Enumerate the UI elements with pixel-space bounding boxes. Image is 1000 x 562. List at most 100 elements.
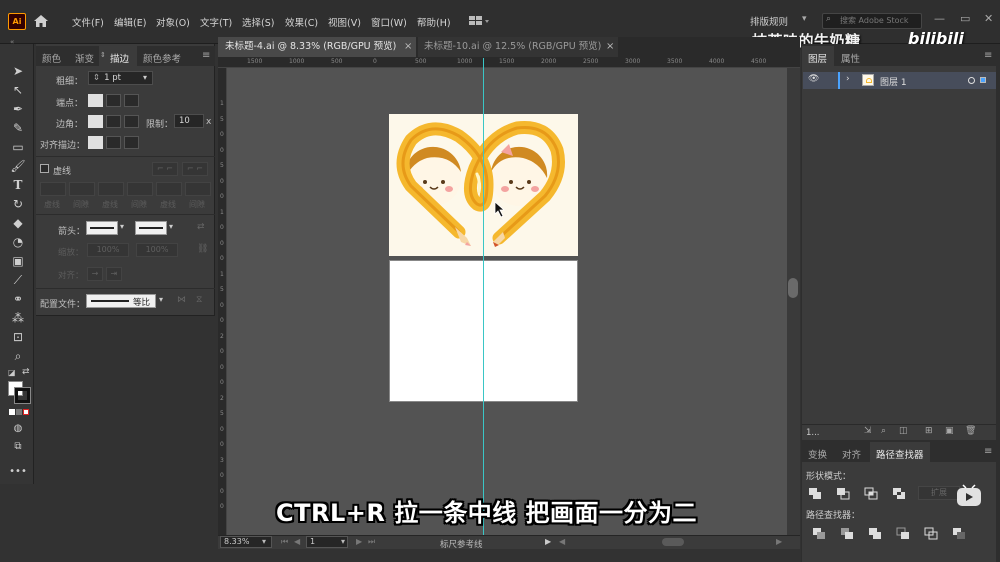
menu-select[interactable]: 选择(S)	[242, 15, 274, 29]
curvature-tool-icon[interactable]: ✎	[9, 120, 27, 136]
next-artboard-icon[interactable]: ▶	[356, 537, 362, 546]
arrow-place-button[interactable]: ⇥	[106, 267, 122, 281]
zoom-tool-icon[interactable]: ⌕	[9, 348, 27, 364]
rectangle-tool-icon[interactable]: ▭	[9, 139, 27, 155]
merge-icon[interactable]	[868, 527, 882, 540]
dash-field-3[interactable]	[156, 182, 182, 196]
menu-window[interactable]: 窗口(W)	[371, 15, 407, 29]
stock-search-input[interactable]: 搜索 Adobe Stock	[822, 13, 922, 29]
eyedropper-tool-icon[interactable]: ⟋	[9, 272, 27, 288]
first-artboard-icon[interactable]: ⏮	[281, 537, 288, 547]
screen-mode-icon[interactable]: ⧉	[9, 439, 27, 455]
chevron-down-icon[interactable]: ▾	[802, 14, 807, 24]
dash-field-1[interactable]	[40, 182, 66, 196]
more-tools-icon[interactable]: •••	[9, 464, 27, 480]
outline-icon[interactable]	[924, 527, 938, 540]
artboard-tool-icon[interactable]: ⊡	[9, 329, 27, 345]
gradient-tool-icon[interactable]: ▣	[9, 253, 27, 269]
horizontal-scroll-thumb[interactable]	[662, 538, 684, 546]
export-icon[interactable]: ⇲	[864, 426, 872, 436]
tab-pathfinder[interactable]: 路径查找器	[876, 447, 924, 461]
blend-tool-icon[interactable]: ⚭	[9, 291, 27, 307]
menu-file[interactable]: 文件(F)	[72, 15, 104, 29]
exclude-icon[interactable]	[892, 487, 906, 500]
end-arrowhead-select[interactable]	[135, 221, 167, 235]
align-center-button[interactable]	[88, 136, 103, 149]
crop-icon[interactable]	[896, 527, 910, 540]
start-arrowhead-select[interactable]	[86, 221, 118, 235]
scroll-left-icon[interactable]: ◀	[559, 537, 565, 546]
expand-layer-icon[interactable]: ›	[846, 74, 850, 84]
status-menu-icon[interactable]: ▶	[545, 537, 551, 546]
preserve-dash-button[interactable]: ⌐ ⌐	[152, 162, 178, 176]
tab-transform[interactable]: 变换	[808, 447, 827, 461]
gradient-mode-icon[interactable]	[16, 409, 22, 415]
flip-across-icon[interactable]: ⋈	[177, 295, 186, 305]
draw-mode-icon[interactable]: ◍	[9, 421, 27, 437]
rotate-tool-icon[interactable]: ↻	[9, 196, 27, 212]
type-tool-icon[interactable]: T	[9, 177, 27, 193]
arrow-extend-button[interactable]: →	[87, 267, 103, 281]
panel-menu-icon[interactable]: ≡	[984, 446, 992, 457]
chevron-down-icon[interactable]: ▾	[120, 222, 124, 231]
swap-arrowheads-icon[interactable]: ⇄	[197, 222, 205, 232]
selection-tool-icon[interactable]: ➤	[9, 63, 27, 79]
visibility-eye-icon[interactable]: 👁	[808, 74, 819, 84]
document-tab-active[interactable]: 未标题-4.ai @ 8.33% (RGB/GPU 预览) ×	[218, 37, 416, 57]
tab-gradient[interactable]: 渐变	[75, 51, 94, 65]
workspace-switcher[interactable]: 排版规则	[750, 14, 788, 28]
round-cap-button[interactable]	[106, 94, 121, 107]
align-outside-button[interactable]	[124, 136, 139, 149]
new-sublayer-icon[interactable]: ⊞	[925, 426, 933, 436]
clipping-mask-icon[interactable]: ◫	[899, 426, 908, 436]
chevron-down-icon[interactable]: ▾	[262, 537, 266, 546]
flip-along-icon[interactable]: ⧖	[196, 295, 202, 305]
document-tab[interactable]: 未标题-10.ai @ 12.5% (RGB/GPU 预览) ×	[418, 37, 618, 57]
stroke-color-swatch[interactable]	[14, 387, 31, 404]
link-scale-icon[interactable]: ⛓	[197, 244, 208, 254]
tab-stroke[interactable]: 描边	[110, 51, 129, 65]
layer-selection-indicator[interactable]	[980, 77, 986, 83]
minus-back-icon[interactable]	[952, 527, 966, 540]
align-dash-button[interactable]: ⌐ ⌐	[182, 162, 208, 176]
expand-button[interactable]: 扩展	[918, 486, 960, 500]
maximize-icon[interactable]: ▭	[960, 12, 970, 25]
arrange-documents-icon[interactable]	[468, 15, 490, 27]
paintbrush-tool-icon[interactable]: 🖌	[9, 158, 27, 174]
start-scale-field[interactable]: 100%	[87, 243, 129, 257]
panel-menu-icon[interactable]: ≡	[984, 50, 992, 61]
chevron-down-icon[interactable]: ▾	[341, 537, 345, 546]
default-colors-icon[interactable]: ◪	[8, 368, 16, 377]
tab-options-icon[interactable]: ⇕	[100, 51, 106, 59]
tab-color[interactable]: 颜色	[42, 51, 61, 65]
tab-layers[interactable]: 图层	[808, 51, 827, 65]
minus-front-icon[interactable]	[836, 487, 850, 500]
swap-colors-icon[interactable]: ⇄	[22, 367, 30, 377]
direct-selection-tool-icon[interactable]: ↖	[9, 82, 27, 98]
close-window-icon[interactable]: ✕	[984, 12, 993, 25]
tab-align[interactable]: 对齐	[842, 447, 861, 461]
menu-type[interactable]: 文字(T)	[200, 15, 232, 29]
gap-field-2[interactable]	[127, 182, 153, 196]
menu-object[interactable]: 对象(O)	[156, 15, 190, 29]
chevron-down-icon[interactable]: ▾	[143, 73, 147, 82]
layer-target-icon[interactable]	[968, 77, 975, 84]
vertical-scrollbar[interactable]	[787, 68, 800, 535]
divide-icon[interactable]	[812, 527, 826, 540]
close-tab-icon[interactable]: ×	[606, 37, 614, 57]
new-layer-icon[interactable]: ▣	[945, 426, 954, 436]
width-profile-select[interactable]: 等比	[86, 294, 156, 308]
dash-field-2[interactable]	[98, 182, 124, 196]
chevron-down-icon[interactable]: ▾	[159, 295, 163, 304]
collapse-icon[interactable]: «	[10, 38, 14, 46]
bevel-join-button[interactable]	[124, 115, 139, 128]
menu-view[interactable]: 视图(V)	[328, 15, 361, 29]
unite-icon[interactable]	[808, 487, 822, 500]
symbol-sprayer-tool-icon[interactable]: ⁂	[9, 310, 27, 326]
menu-edit[interactable]: 编辑(E)	[114, 15, 146, 29]
menu-effect[interactable]: 效果(C)	[285, 15, 318, 29]
panel-menu-icon[interactable]: ≡	[202, 50, 210, 61]
eraser-tool-icon[interactable]: ◆	[9, 215, 27, 231]
align-inside-button[interactable]	[106, 136, 121, 149]
projecting-cap-button[interactable]	[124, 94, 139, 107]
